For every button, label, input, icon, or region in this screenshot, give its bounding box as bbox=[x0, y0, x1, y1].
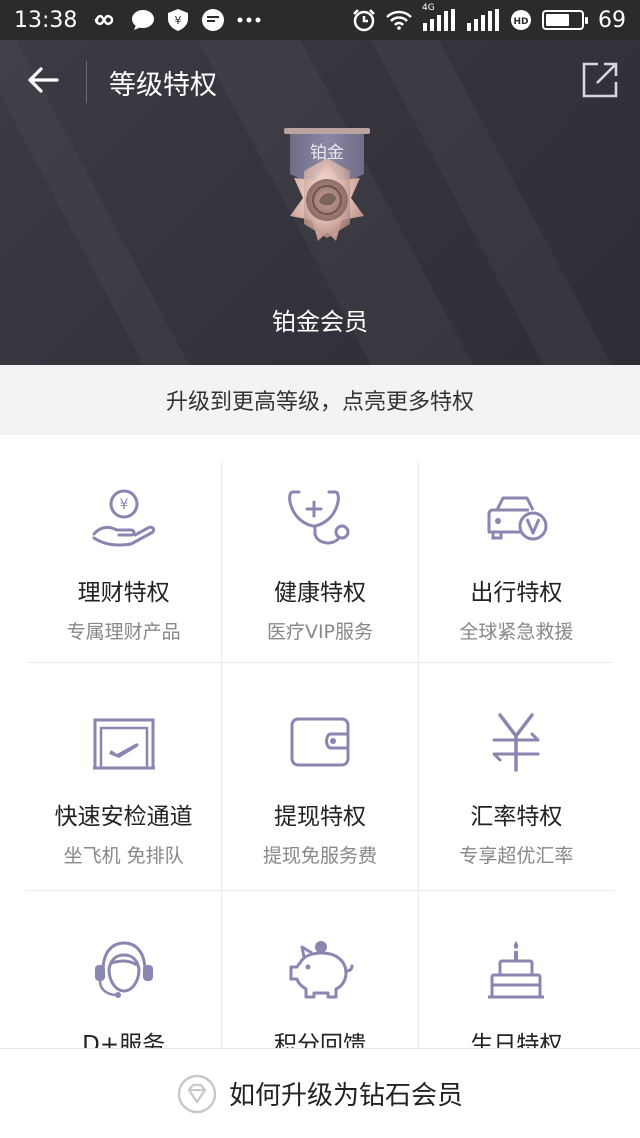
upgrade-tip-text: 升级到更高等级，点亮更多特权 bbox=[165, 390, 474, 415]
privilege-subtitle: 专属理财产品 bbox=[66, 621, 181, 643]
share-button[interactable] bbox=[560, 40, 640, 124]
hand-coin-icon: ¥ bbox=[87, 481, 161, 555]
nav-bar: 等级特权 bbox=[0, 40, 640, 124]
upgrade-diamond-label: 如何升级为钻石会员 bbox=[228, 1081, 463, 1111]
privilege-subtitle: 提现免服务费 bbox=[262, 845, 377, 867]
wifi-icon bbox=[386, 10, 412, 30]
privilege-grid: ¥ 理财特权 专属理财产品 健康特权 医疗VIP服务 出行特权 全球紧急救援 快… bbox=[0, 435, 640, 1119]
privilege-row: ¥ 理财特权 专属理财产品 健康特权 医疗VIP服务 出行特权 全球紧急救援 bbox=[26, 461, 614, 663]
status-time: 13:38 bbox=[14, 7, 78, 33]
privilege-subtitle: 医疗VIP服务 bbox=[266, 621, 374, 643]
upgrade-diamond-button[interactable]: 如何升级为钻石会员 bbox=[0, 1048, 640, 1138]
upgrade-tip: 升级到更高等级，点亮更多特权 bbox=[0, 365, 640, 435]
battery-icon bbox=[542, 10, 588, 30]
svg-text:¥: ¥ bbox=[175, 14, 182, 27]
privilege-item-travel[interactable]: 出行特权 全球紧急救援 bbox=[419, 461, 614, 662]
diamond-icon bbox=[177, 1074, 217, 1114]
status-bar: 13:38 ¥ 4G HD 69 bbox=[0, 0, 640, 40]
privilege-title: 出行特权 bbox=[470, 580, 563, 606]
battery-level-fill bbox=[546, 14, 570, 26]
svg-text:¥: ¥ bbox=[119, 497, 128, 513]
member-level-name: 铂金会员 bbox=[272, 308, 368, 336]
medal-ribbon-text: 铂金 bbox=[310, 143, 344, 163]
member-medal: 铂金 bbox=[270, 126, 384, 286]
more-dots-icon bbox=[237, 17, 261, 23]
piggy-bank-icon bbox=[283, 933, 357, 1007]
svg-text:HD: HD bbox=[513, 17, 528, 27]
privilege-title: 健康特权 bbox=[273, 580, 366, 606]
privilege-subtitle: 全球紧急救援 bbox=[459, 621, 574, 643]
birthday-cake-icon bbox=[479, 933, 553, 1007]
share-external-icon bbox=[582, 62, 618, 102]
back-button[interactable] bbox=[0, 40, 86, 124]
privilege-title: 汇率特权 bbox=[470, 804, 563, 830]
nav-divider bbox=[86, 61, 87, 103]
privilege-item-exchange-rate[interactable]: 汇率特权 专享超优汇率 bbox=[419, 663, 614, 890]
signal-icon bbox=[466, 9, 500, 31]
wallet-icon bbox=[283, 705, 357, 779]
battery-percent: 69 bbox=[598, 7, 626, 33]
privilege-subtitle: 坐飞机 免排队 bbox=[63, 845, 184, 867]
headset-agent-icon bbox=[87, 933, 161, 1007]
privilege-title: 理财特权 bbox=[77, 580, 170, 606]
privilege-title: 快速安检通道 bbox=[54, 804, 193, 830]
security-gate-icon bbox=[87, 705, 161, 779]
page-title: 等级特权 bbox=[109, 69, 217, 101]
privilege-title: 提现特权 bbox=[273, 804, 366, 830]
stethoscope-icon bbox=[283, 481, 357, 555]
privilege-item-security-lane[interactable]: 快速安检通道 坐飞机 免排队 bbox=[26, 663, 223, 890]
privilege-subtitle: 专享超优汇率 bbox=[459, 845, 574, 867]
infinity-icon bbox=[89, 12, 119, 28]
alarm-icon bbox=[352, 8, 376, 32]
currency-exchange-icon bbox=[479, 705, 553, 779]
privilege-item-finance[interactable]: ¥ 理财特权 专属理财产品 bbox=[26, 461, 223, 662]
shield-yuan-icon: ¥ bbox=[167, 8, 189, 32]
hd-icon: HD bbox=[510, 9, 532, 31]
chat-bubble-icon bbox=[131, 9, 155, 31]
back-arrow-icon bbox=[27, 66, 59, 98]
car-v-icon bbox=[479, 481, 553, 555]
header-hero: 等级特权 铂金 铂金会员 bbox=[0, 40, 640, 365]
message-icon bbox=[201, 8, 225, 32]
privilege-item-withdraw[interactable]: 提现特权 提现免服务费 bbox=[222, 663, 419, 890]
privilege-row: 快速安检通道 坐飞机 免排队 提现特权 提现免服务费 汇率特权 专享超优汇率 bbox=[26, 663, 614, 891]
privilege-item-health[interactable]: 健康特权 医疗VIP服务 bbox=[222, 461, 419, 662]
signal-4g-icon: 4G bbox=[422, 3, 456, 31]
